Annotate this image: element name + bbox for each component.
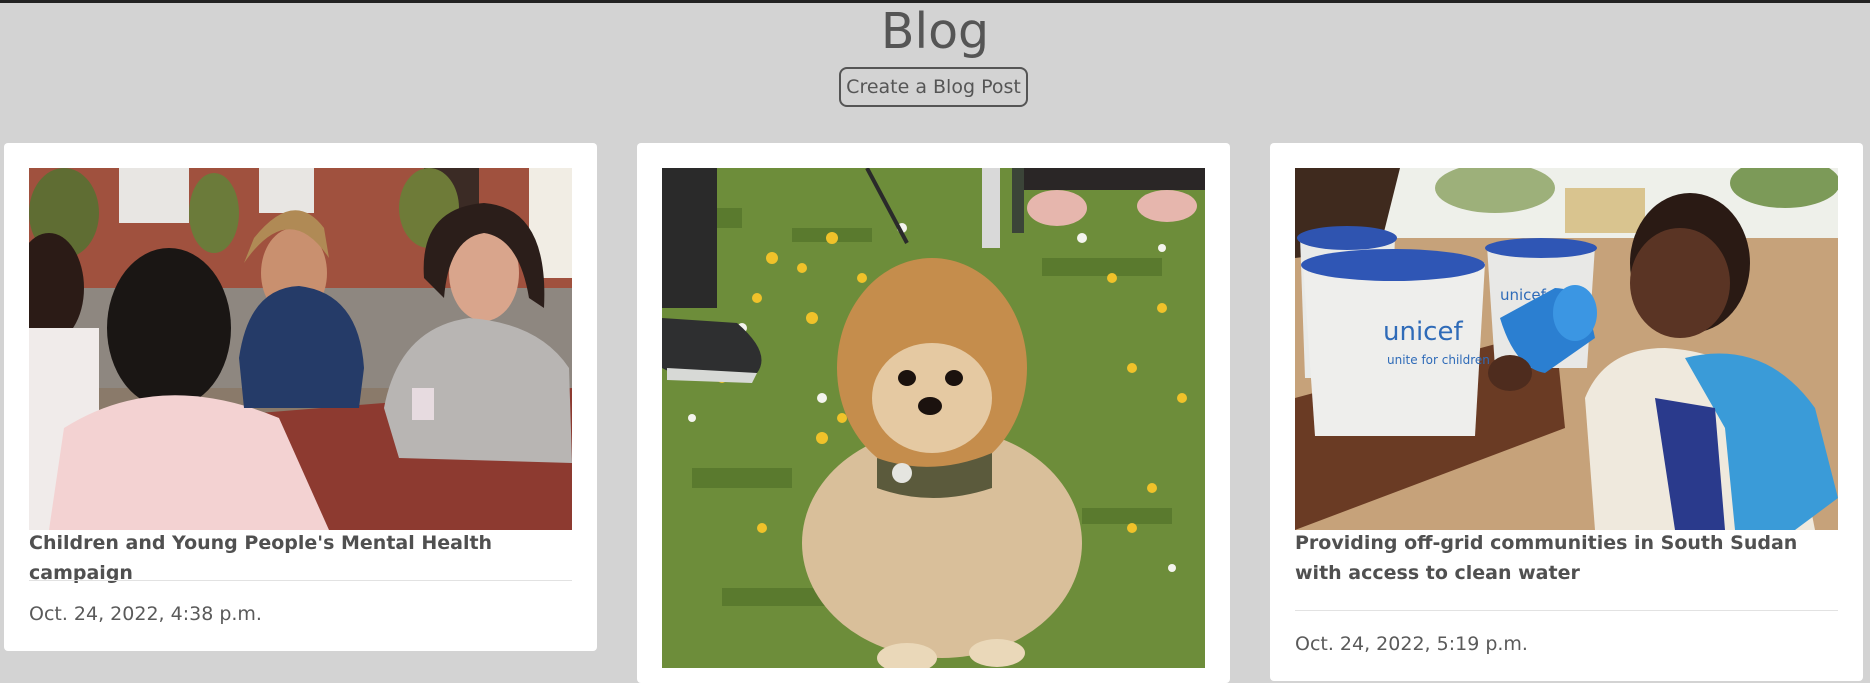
unicef-tagline-text: unite for children	[1387, 353, 1490, 367]
blog-card-image[interactable]: unicef unite for children unicef	[1295, 168, 1838, 530]
unicef-water-photo-icon: unicef unite for children unicef	[1295, 168, 1838, 530]
card-divider	[29, 580, 572, 581]
blog-card-image[interactable]	[662, 168, 1205, 668]
card-divider	[1295, 610, 1838, 611]
blog-card-image[interactable]	[29, 168, 572, 530]
blog-card-title[interactable]: Children and Young People's Mental Healt…	[29, 528, 572, 588]
blog-card[interactable]: unicef unite for children unicef Providi…	[1270, 143, 1863, 681]
blog-card-date: Oct. 24, 2022, 5:19 p.m.	[1295, 633, 1528, 655]
blog-card-date: Oct. 24, 2022, 4:38 p.m.	[29, 603, 262, 625]
page-title: Blog	[880, 3, 990, 60]
blog-card-title[interactable]: Providing off-grid communities in South …	[1295, 528, 1838, 588]
blog-card[interactable]	[637, 143, 1230, 683]
pomeranian-dog-photo-icon	[662, 168, 1205, 668]
unicef-logo-text: unicef	[1383, 317, 1463, 347]
create-blog-post-button[interactable]: Create a Blog Post	[839, 67, 1028, 107]
blog-card[interactable]: Children and Young People's Mental Healt…	[4, 143, 597, 651]
young-people-photo-icon	[29, 168, 572, 530]
